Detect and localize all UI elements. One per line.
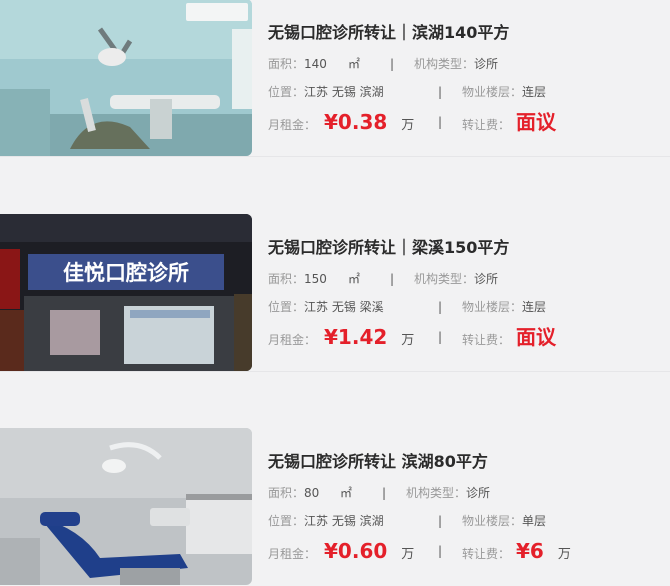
rent-value: ¥1.42 (324, 325, 388, 349)
type-value: 诊所 (474, 272, 499, 286)
separator: | (438, 300, 443, 314)
location-label: 位置： (268, 85, 305, 99)
separator: | (382, 486, 387, 500)
location-value: 江苏 无锡 滨湖 (304, 514, 384, 528)
location-label: 位置： (268, 300, 305, 314)
area-type-row: 面积：80 ㎡ | 机构类型：诊所 (268, 484, 660, 502)
separator: | (438, 544, 443, 558)
fee-label: 转让费： (462, 333, 511, 347)
type-label: 机构类型： (406, 486, 467, 500)
location-label: 位置： (268, 514, 305, 528)
listing-title[interactable]: 无锡口腔诊所转让 滨湖80平方 (268, 450, 660, 474)
separator: | (390, 57, 395, 71)
area-unit: ㎡ (348, 272, 361, 286)
location-value: 江苏 无锡 滨湖 (304, 85, 384, 99)
listing-card[interactable]: 无锡口腔诊所转让｜滨湖140平方 面积：140 ㎡ | 机构类型：诊所 位置：江… (0, 0, 670, 157)
listing-title[interactable]: 无锡口腔诊所转让｜梁溪150平方 (268, 236, 660, 260)
location-floor-row: 位置：江苏 无锡 滨湖 | 物业楼层：连层 (268, 83, 660, 101)
rent-fee-row: 月租金： ¥0.38 万 | 转让费： 面议 (268, 107, 660, 137)
rent-unit: 万 (401, 547, 415, 562)
area-value: 140 (304, 57, 327, 71)
rent-fee-row: 月租金： ¥0.60 万 | 转让费： ¥6 万 (268, 536, 660, 566)
area-unit: ㎡ (348, 57, 361, 71)
separator: | (438, 85, 443, 99)
area-unit: ㎡ (340, 486, 353, 500)
fee-value: ¥6 (516, 539, 544, 563)
area-type-row: 面积：140 ㎡ | 机构类型：诊所 (268, 55, 660, 73)
listing-photo[interactable]: 佳悦口腔诊所 (0, 214, 252, 371)
fee-value: 面议 (516, 325, 557, 349)
floor-value: 连层 (522, 300, 547, 314)
separator: | (438, 514, 443, 528)
dental-room-photo (0, 0, 252, 156)
clinic-storefront-photo: 佳悦口腔诊所 (0, 214, 252, 371)
area-value: 150 (304, 272, 327, 286)
floor-value: 连层 (522, 85, 547, 99)
listing-info: 无锡口腔诊所转让｜梁溪150平方 面积：150 ㎡ | 机构类型：诊所 位置：江… (268, 236, 660, 352)
rent-unit: 万 (401, 118, 415, 133)
rent-label: 月租金： (268, 118, 317, 132)
fee-label: 转让费： (462, 547, 511, 561)
listing-photo[interactable] (0, 428, 252, 585)
type-value: 诊所 (466, 486, 491, 500)
location-value: 江苏 无锡 梁溪 (304, 300, 384, 314)
floor-label: 物业楼层： (462, 514, 523, 528)
storefront-sign: 佳悦口腔诊所 (63, 261, 189, 285)
type-value: 诊所 (474, 57, 499, 71)
floor-value: 单层 (522, 514, 547, 528)
rent-value: ¥0.38 (324, 110, 388, 134)
fee-unit: 万 (557, 547, 571, 562)
listing-info: 无锡口腔诊所转让｜滨湖140平方 面积：140 ㎡ | 机构类型：诊所 位置：江… (268, 21, 660, 137)
floor-label: 物业楼层： (462, 85, 523, 99)
listing-card[interactable]: 无锡口腔诊所转让 滨湖80平方 面积：80 ㎡ | 机构类型：诊所 位置：江苏 … (0, 400, 670, 586)
dental-chair-photo (0, 428, 252, 585)
separator: | (438, 330, 443, 344)
type-label: 机构类型： (414, 272, 475, 286)
area-label: 面积： (268, 272, 305, 286)
rent-fee-row: 月租金： ¥1.42 万 | 转让费： 面议 (268, 322, 660, 352)
separator: | (390, 272, 395, 286)
rent-value: ¥0.60 (324, 539, 388, 563)
listing-card[interactable]: 佳悦口腔诊所 无锡口腔诊所转让｜梁溪150平方 面积：150 ㎡ | 机构类型：… (0, 186, 670, 372)
listing-info: 无锡口腔诊所转让 滨湖80平方 面积：80 ㎡ | 机构类型：诊所 位置：江苏 … (268, 450, 660, 566)
listing-title[interactable]: 无锡口腔诊所转让｜滨湖140平方 (268, 21, 660, 45)
area-type-row: 面积：150 ㎡ | 机构类型：诊所 (268, 270, 660, 288)
floor-label: 物业楼层： (462, 300, 523, 314)
rent-label: 月租金： (268, 547, 317, 561)
rent-unit: 万 (401, 333, 415, 348)
separator: | (438, 115, 443, 129)
rent-label: 月租金： (268, 333, 317, 347)
area-value: 80 (304, 486, 320, 500)
type-label: 机构类型： (414, 57, 475, 71)
listing-photo[interactable] (0, 0, 252, 156)
area-label: 面积： (268, 486, 305, 500)
fee-label: 转让费： (462, 118, 511, 132)
location-floor-row: 位置：江苏 无锡 滨湖 | 物业楼层：单层 (268, 512, 660, 530)
listing-list: 无锡口腔诊所转让｜滨湖140平方 面积：140 ㎡ | 机构类型：诊所 位置：江… (0, 0, 670, 586)
location-floor-row: 位置：江苏 无锡 梁溪 | 物业楼层：连层 (268, 298, 660, 316)
area-label: 面积： (268, 57, 305, 71)
fee-value: 面议 (516, 110, 557, 134)
